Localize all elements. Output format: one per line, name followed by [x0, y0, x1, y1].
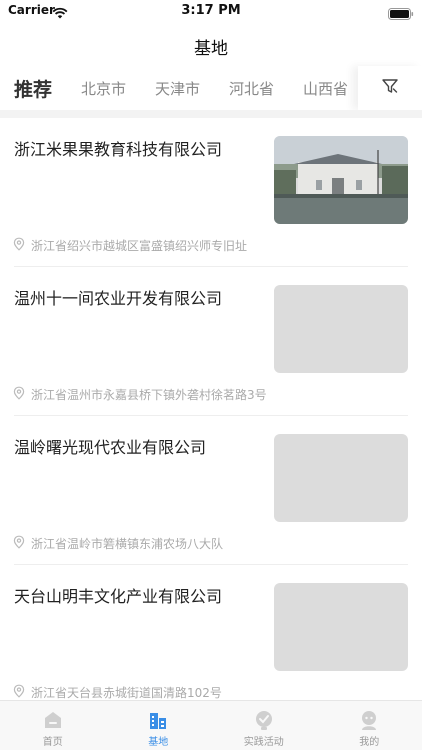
location-pin-icon: [12, 236, 26, 255]
bottom-tab-label: 首页: [42, 737, 63, 748]
section-divider: [0, 110, 422, 118]
bottom-tab-home[interactable]: 首页: [0, 701, 106, 750]
tab-recommended[interactable]: 推荐: [14, 75, 52, 102]
category-tab-bar: 推荐 北京市 天津市 河北省 山西省: [0, 66, 422, 110]
base-icon: [147, 709, 169, 735]
bottom-tab-label: 基地: [148, 737, 169, 748]
bottom-tab-activities[interactable]: 实践活动: [211, 701, 317, 750]
item-title: 温州十一间农业开发有限公司: [14, 289, 223, 308]
item-address-row: 浙江省温岭市箬横镇东浦农场八大队: [12, 534, 223, 553]
page-title: 基地: [194, 39, 228, 59]
item-address-row: 浙江省绍兴市越城区富盛镇绍兴师专旧址: [12, 236, 247, 255]
location-pin-icon: [12, 534, 26, 553]
item-photo-placeholder: [274, 285, 408, 373]
tab-beijing[interactable]: 北京市: [81, 78, 126, 99]
tab-hebei[interactable]: 河北省: [229, 78, 274, 99]
item-address: 浙江省天台县赤城街道国清路102号: [31, 686, 222, 700]
item-title: 温岭曙光现代农业有限公司: [14, 438, 207, 457]
list-item[interactable]: 浙江米果果教育科技有限公司 浙江省绍兴市越城区富盛镇绍兴师专旧址: [0, 118, 422, 267]
bottom-tab-label: 实践活动: [243, 737, 284, 748]
list-item[interactable]: 温岭曙光现代农业有限公司 浙江省温岭市箬横镇东浦农场八大队: [0, 416, 422, 565]
item-title: 天台山明丰文化产业有限公司: [14, 587, 223, 606]
item-title: 浙江米果果教育科技有限公司: [14, 140, 223, 159]
item-photo: [274, 136, 408, 224]
clock: 3:17 PM: [181, 3, 241, 18]
bottom-tab-base[interactable]: 基地: [106, 701, 212, 750]
home-icon: [42, 709, 64, 735]
item-photo-placeholder: [274, 434, 408, 522]
filter-icon: [381, 77, 399, 99]
profile-icon: [358, 709, 380, 735]
location-pin-icon: [12, 385, 26, 404]
bottom-tab-profile[interactable]: 我的: [317, 701, 422, 750]
base-list: 浙江米果果教育科技有限公司 浙江省绍兴市越城区富盛镇绍兴师专旧址 温州十一间农业…: [0, 118, 422, 714]
item-address: 浙江省温州市永嘉县桥下镇外砻村徐茗路3号: [31, 388, 267, 402]
list-item[interactable]: 温州十一间农业开发有限公司 浙江省温州市永嘉县桥下镇外砻村徐茗路3号: [0, 267, 422, 416]
tab-tianjin[interactable]: 天津市: [155, 78, 200, 99]
item-address-row: 浙江省温州市永嘉县桥下镇外砻村徐茗路3号: [12, 385, 267, 404]
item-address: 浙江省绍兴市越城区富盛镇绍兴师专旧址: [31, 239, 248, 253]
bottom-tab-label: 我的: [359, 737, 380, 748]
status-bar: Carrier 3:17 PM: [0, 0, 422, 22]
activity-icon: [253, 709, 275, 735]
list-item[interactable]: 天台山明丰文化产业有限公司 浙江省天台县赤城街道国清路102号: [0, 565, 422, 714]
bottom-tab-bar: 首页 基地 实践活动 我的: [0, 700, 422, 750]
tab-shanxi[interactable]: 山西省: [303, 78, 348, 99]
navigation-bar: 基地: [0, 22, 422, 66]
item-photo-placeholder: [274, 583, 408, 671]
item-address: 浙江省温岭市箬横镇东浦农场八大队: [31, 537, 224, 551]
filter-button[interactable]: [358, 66, 422, 110]
